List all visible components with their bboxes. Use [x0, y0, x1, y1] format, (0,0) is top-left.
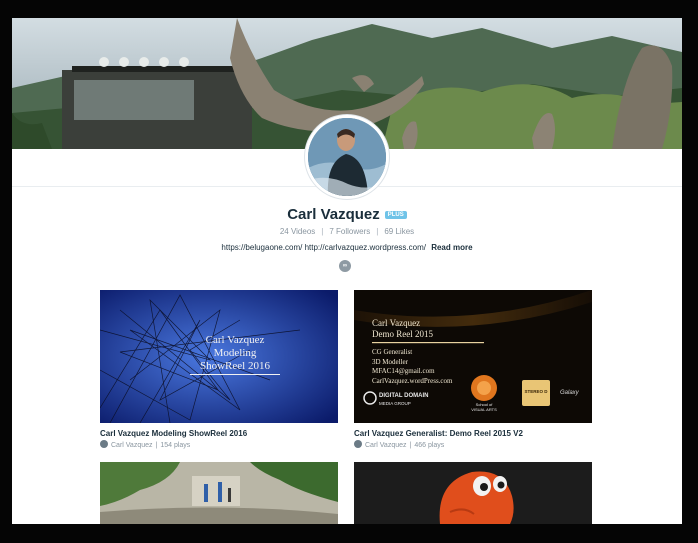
avatar-image	[308, 118, 386, 196]
logo-text: DIGITAL DOMAIN	[379, 393, 429, 399]
link-icon[interactable]: ∞	[339, 260, 351, 272]
video-plays: 466 plays	[414, 442, 445, 449]
video-owner[interactable]: Carl Vazquez	[111, 442, 153, 449]
video-plays: 154 plays	[160, 442, 191, 449]
likes-count[interactable]: 69 Likes	[384, 227, 414, 236]
thumbnail-image	[354, 462, 592, 524]
video-title[interactable]: Carl Vazquez Generalist: Demo Reel 2015 …	[354, 429, 523, 438]
owner-avatar[interactable]	[354, 440, 362, 448]
video-card[interactable]: Carl Vazquez Modeling ShowReel 2016 Carl…	[100, 290, 338, 450]
avatar[interactable]	[305, 115, 389, 199]
thumbnail-details: CG Generalist 3D Modeller MFAC14@gmail.c…	[372, 348, 452, 386]
overlay-line: 3D Modeller	[372, 357, 408, 366]
logo-text: Galaxy	[560, 390, 579, 396]
meta-separator: |	[155, 442, 158, 449]
school-logo: School of VISUAL ARTS	[466, 402, 502, 412]
video-thumbnail[interactable]: Carl Vazquez Demo Reel 2015 CG Generalis…	[354, 290, 592, 423]
thumbnail-title-overlay: Carl Vazquez Modeling ShowReel 2016	[180, 334, 290, 375]
video-title[interactable]: Carl Vazquez Modeling ShowReel 2016	[100, 429, 247, 438]
overlay-line: Demo Reel 2015	[372, 329, 433, 339]
followers-count[interactable]: 7 Followers	[329, 227, 370, 236]
meta-separator: |	[409, 442, 412, 449]
profile-name[interactable]: Carl Vazquez	[287, 206, 380, 223]
thumbnail-heading: Carl Vazquez Demo Reel 2015	[372, 318, 433, 340]
plus-badge: PLUS	[384, 211, 407, 219]
digital-domain-logo: DIGITAL DOMAIN MEDIA GROUP	[379, 393, 428, 407]
profile-links: https://belugaone.com/ http://carlvazque…	[12, 243, 682, 252]
overlay-line: ShowReel 2016	[200, 360, 270, 372]
logo-subtext: VISUAL ARTS	[471, 407, 497, 412]
overlay-line: MFAC14@gmail.com	[372, 367, 435, 375]
video-thumbnail[interactable]: Carl Vazquez Modeling ShowReel 2016	[100, 290, 338, 423]
stats-separator: |	[321, 227, 324, 236]
video-card[interactable]: Carl Vazquez Demo Reel 2015 CG Generalis…	[354, 290, 592, 450]
video-thumbnail[interactable]	[354, 462, 592, 524]
profile-links-text[interactable]: https://belugaone.com/ http://carlvazque…	[221, 243, 426, 252]
video-meta: Carl Vazquez | 466 plays	[354, 440, 444, 449]
profile-stats: 24 Videos | 7 Followers | 69 Likes	[12, 227, 682, 236]
profile-header: Carl Vazquez PLUS	[12, 206, 682, 224]
overlay-line: CG Generalist	[372, 348, 413, 356]
video-meta: Carl Vazquez | 154 plays	[100, 440, 190, 449]
profile-page: Carl Vazquez PLUS 24 Videos | 7 Followers | 6…	[12, 18, 682, 524]
stereo-logo: STEREO D	[523, 389, 549, 394]
videos-count[interactable]: 24 Videos	[280, 227, 315, 236]
video-card[interactable]	[100, 462, 338, 524]
overlay-line: Modeling	[213, 347, 257, 359]
video-thumbnail[interactable]	[100, 462, 338, 524]
overlay-line: CarlVazquez.wordPress.com	[372, 376, 453, 385]
video-card[interactable]	[354, 462, 592, 524]
stats-separator: |	[376, 227, 379, 236]
galaxy-logo: Galaxy	[560, 390, 579, 396]
overlay-underline	[190, 374, 280, 375]
logo-text: STEREO D	[524, 389, 548, 394]
overlay-line: Carl Vazquez	[372, 318, 421, 328]
read-more-link[interactable]: Read more	[431, 243, 472, 252]
overlay-line: Carl Vazquez	[205, 334, 265, 346]
logo-subtext: MEDIA GROUP	[379, 401, 411, 406]
video-owner[interactable]: Carl Vazquez	[365, 442, 407, 449]
thumbnail-image	[100, 462, 338, 524]
owner-avatar[interactable]	[100, 440, 108, 448]
